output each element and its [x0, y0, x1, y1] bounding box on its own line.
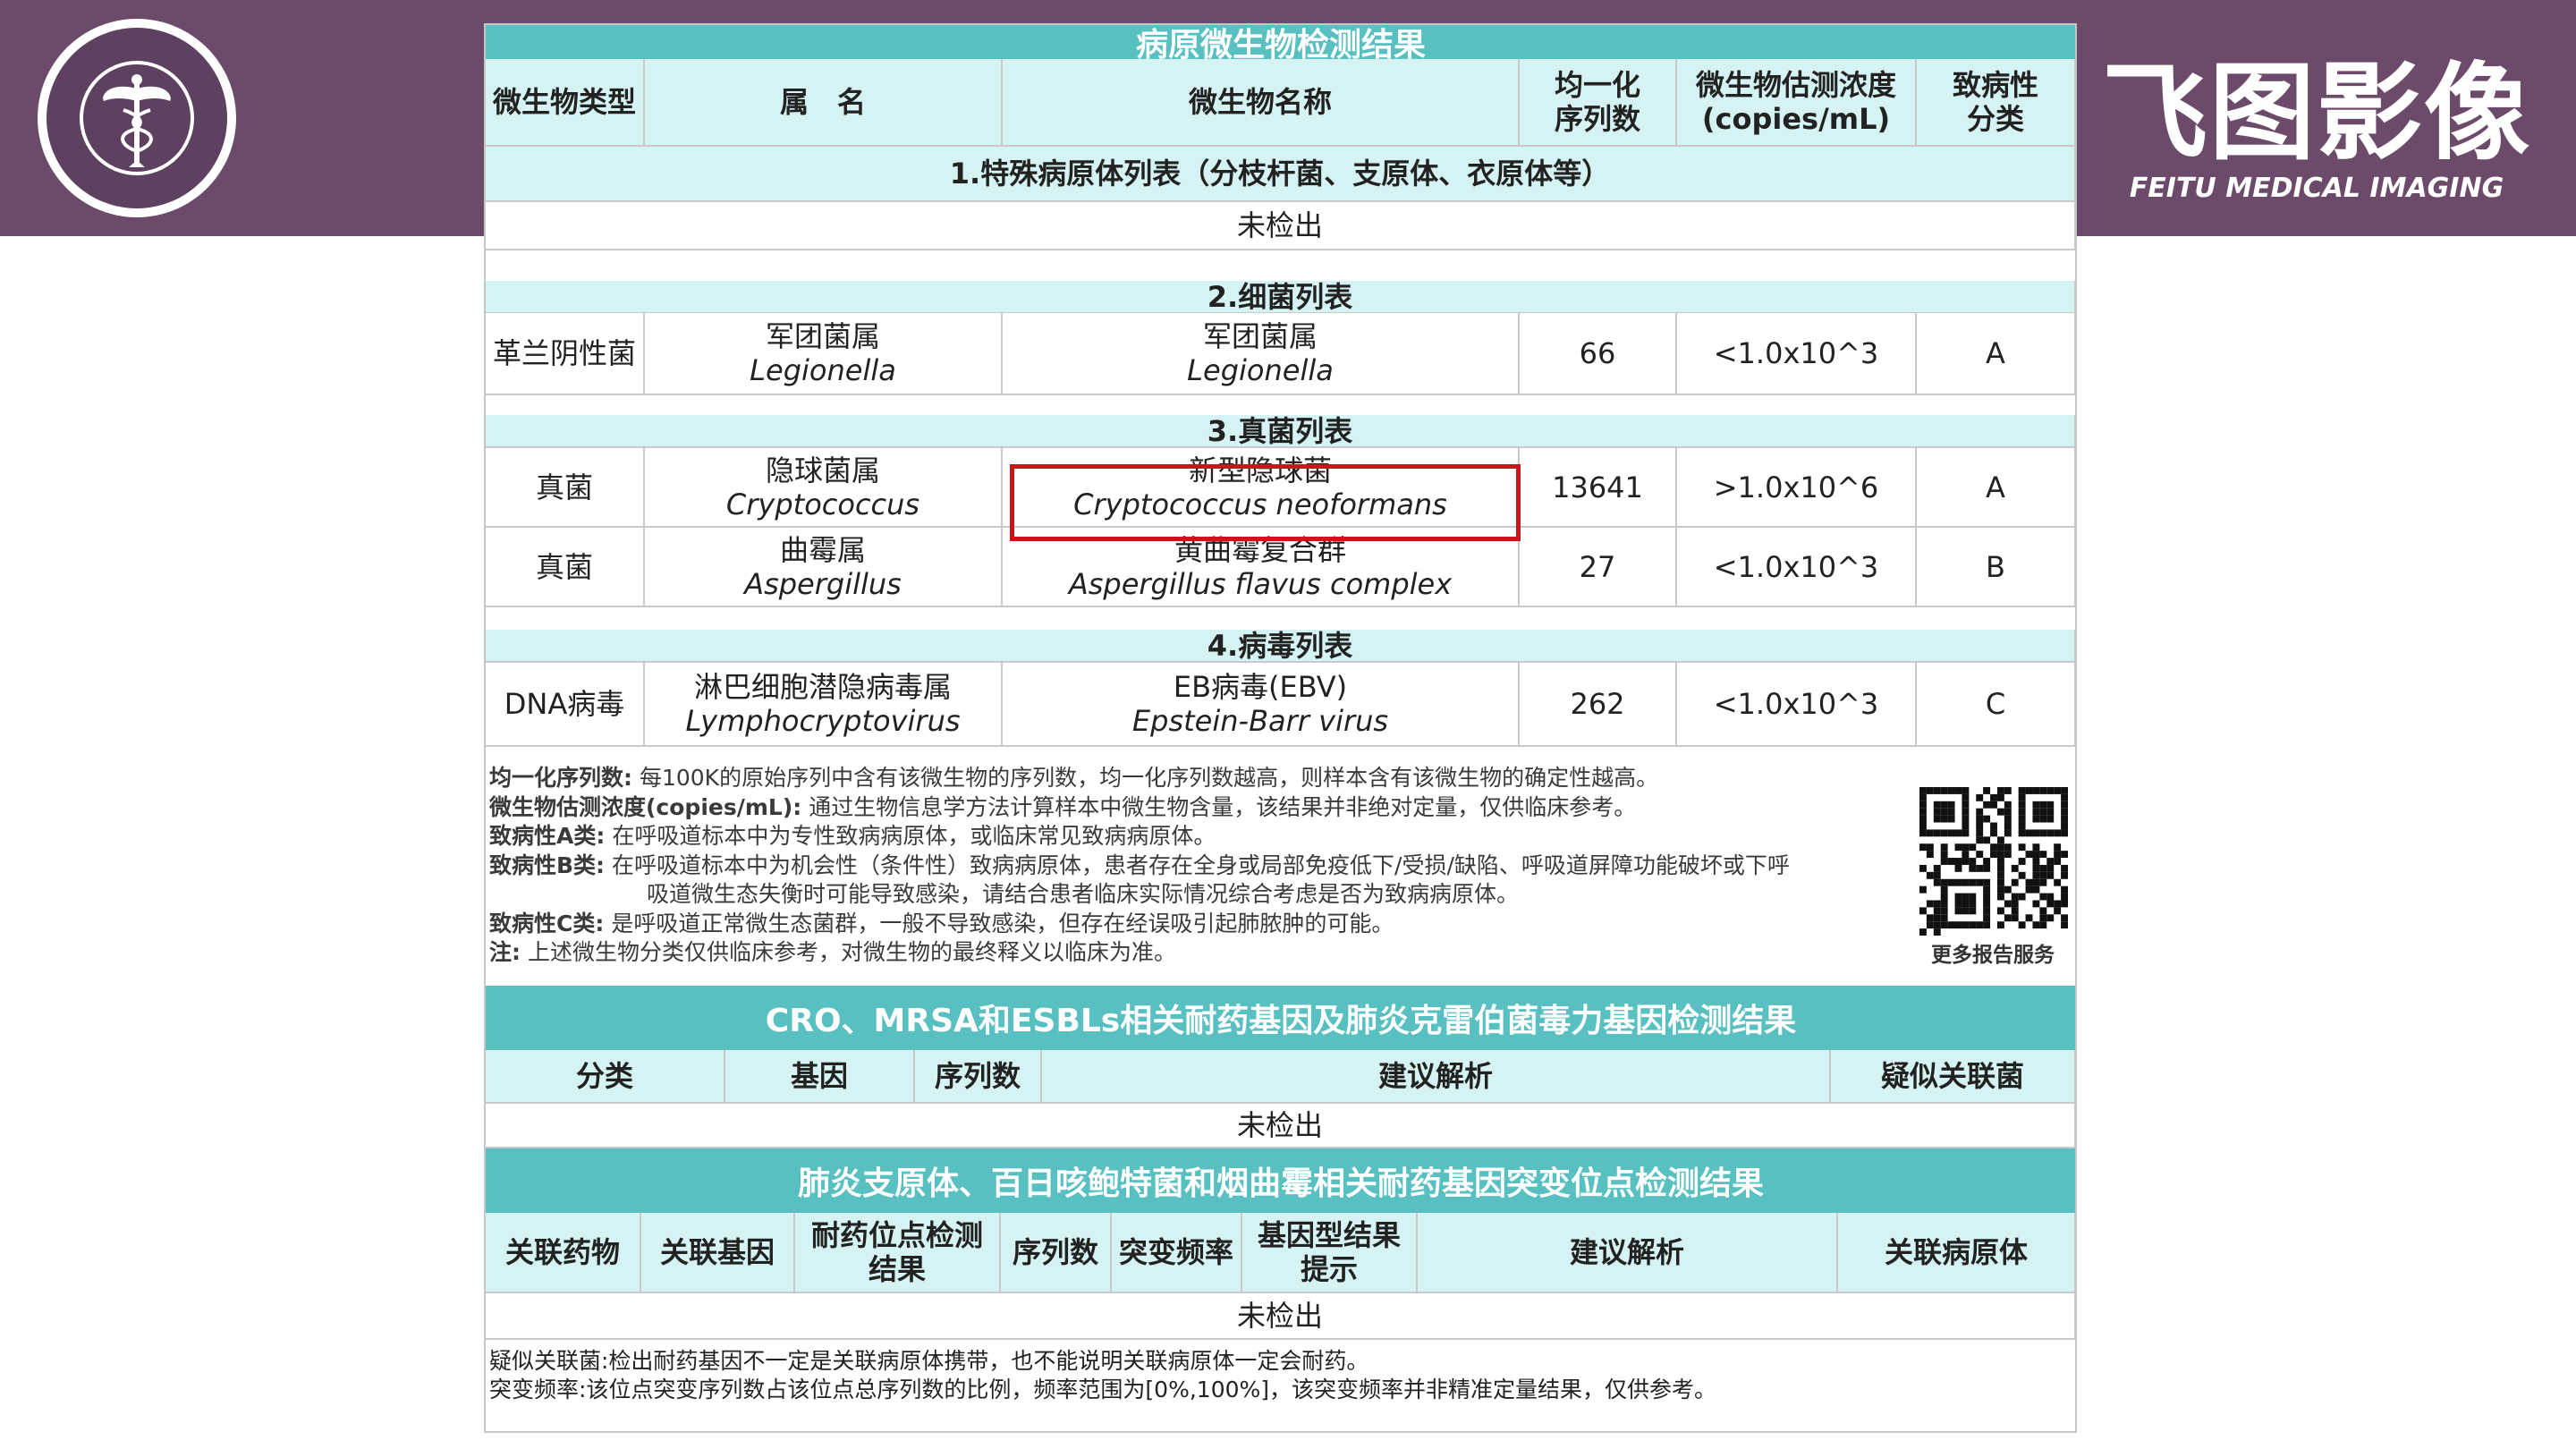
caduceus-icon [80, 61, 194, 175]
column-header: 微生物类型 [486, 59, 645, 147]
resistance-empty: 未检出 [486, 1104, 2075, 1148]
note-line: 致病性A类: 在呼吸道标本中为专性致病病原体，或临床常见致病病原体。 [489, 822, 1885, 852]
note-text: 每100K的原始序列中含有该微生物的序列数，均一化序列数越高，则样本含有该微生物… [639, 765, 1659, 791]
normalized-reads: 262 [1520, 663, 1677, 747]
genus-cn: 淋巴细胞潜隐病毒属 [693, 670, 952, 704]
pathogenicity-class: C [1917, 663, 2075, 747]
mutation-title: 肺炎支原体、百日咳鲍特菌和烟曲霉相关耐药基因突变位点检测结果 [486, 1148, 2075, 1213]
resistance-column-header: 基因 [725, 1050, 915, 1104]
genus-latin: Legionella [750, 353, 896, 387]
report-title: 病原微生物检测结果 [486, 25, 2075, 64]
resistance-column-header: 疑似关联菌 [1831, 1050, 2075, 1104]
genus: 隐球菌属 Cryptococcus [645, 448, 1003, 528]
mutation-column-header: 序列数 [1001, 1213, 1112, 1293]
genus-latin: Aspergillus [744, 566, 902, 601]
estimated-concentration: <1.0x10^3 [1677, 528, 1917, 607]
note-text: 是呼吸道正常微生态菌群，一般不导致感染，但存在经误吸引起肺脓肿的可能。 [611, 910, 1394, 936]
section-title: 3.真菌列表 [486, 414, 2075, 448]
note-text: 在呼吸道标本中为专性致病病原体，或临床常见致病病原体。 [612, 823, 1216, 849]
mutation-column-header: 突变频率 [1112, 1213, 1242, 1293]
brand: 飞图影像 FEITU MEDICAL IMAGING [2084, 58, 2549, 205]
empty-result: 未检出 [486, 202, 2075, 250]
resistance-column-header: 序列数 [915, 1050, 1042, 1104]
microbe-type: DNA病毒 [486, 663, 645, 747]
mutation-empty: 未检出 [486, 1293, 2075, 1340]
note-key: 微生物估测浓度(copies/mL): [489, 793, 802, 820]
species-latin: Aspergillus flavus complex [1068, 566, 1453, 601]
footnote: 疑似关联菌:检出耐药基因不一定是关联病原体携带，也不能说明关联病原体一定会耐药。 [489, 1348, 1369, 1374]
note-key: 致病性B类: [489, 852, 606, 878]
genus: 军团菌属 Legionella [645, 313, 1003, 395]
mutation-column-header: 耐药位点检测 结果 [795, 1213, 1001, 1293]
pathogenicity-class: B [1917, 528, 2075, 607]
normalized-reads: 27 [1520, 528, 1677, 607]
note-line: 致病性B类: 在呼吸道标本中为机会性（条件性）致病病原体，患者存在全身或局部免疫… [489, 852, 1885, 881]
note-key: 致病性C类: [489, 910, 605, 936]
column-header: 属 名 [645, 59, 1003, 147]
note-line: 微生物估测浓度(copies/mL): 通过生物信息学方法计算样本中微生物含量，… [489, 793, 1885, 823]
genus: 曲霉属 Aspergillus [645, 528, 1003, 607]
species-cn: 军团菌属 [1202, 319, 1318, 353]
note-text: 吸道微生态失衡时可能导致感染，请结合患者临床实际情况综合考虑是否为致病病原体。 [647, 881, 1520, 907]
highlight-box [1010, 464, 1521, 541]
normalized-reads: 66 [1520, 313, 1677, 395]
species-latin: Epstein-Barr virus [1131, 704, 1389, 738]
note-key: 注: [489, 939, 521, 965]
mutation-column-header: 关联药物 [486, 1213, 641, 1293]
note-line: 致病性C类: 是呼吸道正常微生态菌群，一般不导致感染，但存在经误吸引起肺脓肿的可… [489, 910, 1885, 939]
estimated-concentration: <1.0x10^3 [1677, 313, 1917, 395]
footnote: 突变频率:该位点突变序列数占该位点总序列数的比例，频率范围为[0%,100%]，… [489, 1377, 1717, 1402]
estimated-concentration: <1.0x10^3 [1677, 663, 1917, 747]
column-header: 致病性 分类 [1917, 59, 2075, 147]
brand-name-en: FEITU MEDICAL IMAGING [2129, 173, 2504, 204]
mutation-column-header: 关联基因 [641, 1213, 795, 1293]
normalized-reads: 13641 [1520, 448, 1677, 528]
resistance-column-header: 建议解析 [1042, 1050, 1831, 1104]
section-title: 2.细菌列表 [486, 280, 2075, 314]
section-title: 1.特殊病原体列表（分枝杆菌、支原体、衣原体等） [486, 147, 2075, 202]
column-header: 均一化 序列数 [1520, 59, 1677, 147]
brand-name-cn: 飞图影像 [2101, 51, 2531, 174]
genus-latin: Lymphocryptovirus [685, 704, 961, 738]
pathogenicity-class: A [1917, 448, 2075, 528]
note-key: 均一化序列数: [489, 765, 632, 791]
genus-latin: Cryptococcus [725, 487, 920, 521]
column-header: 微生物估测浓度 (copies/mL) [1677, 59, 1917, 147]
qr-code-icon[interactable] [1919, 787, 2068, 936]
resistance-title: CRO、MRSA和ESBLs相关耐药基因及肺炎克雷伯菌毒力基因检测结果 [486, 986, 2075, 1050]
mutation-column-header: 基因型结果 提示 [1242, 1213, 1418, 1293]
qr-label: 更多报告服务 [1931, 944, 2055, 967]
microbe-type: 真菌 [486, 448, 645, 528]
notes-block: 均一化序列数: 每100K的原始序列中含有该微生物的序列数，均一化序列数越高，则… [489, 764, 1885, 968]
note-line: 均一化序列数: 每100K的原始序列中含有该微生物的序列数，均一化序列数越高，则… [489, 764, 1885, 793]
resistance-column-header: 分类 [486, 1050, 725, 1104]
microbe-type: 真菌 [486, 528, 645, 607]
note-text: 通过生物信息学方法计算样本中微生物含量，该结果并非绝对定量，仅供临床参考。 [809, 793, 1637, 820]
genus-cn: 军团菌属 [765, 319, 880, 353]
report-table: 病原微生物检测结果 微生物类型属 名微生物名称 均一化 序列数 微生物估测浓度 (cop… [484, 23, 2077, 1433]
section-title: 4.病毒列表 [486, 629, 2075, 663]
note-line: 吸道微生态失衡时可能导致感染，请结合患者临床实际情况综合考虑是否为致病病原体。 [489, 880, 1885, 910]
mutation-column-header: 建议解析 [1418, 1213, 1838, 1293]
species-cn: EB病毒(EBV) [1173, 670, 1348, 704]
genus-cn: 曲霉属 [779, 532, 866, 567]
mutation-column-header: 关联病原体 [1838, 1213, 2075, 1293]
genus-cn: 隐球菌属 [765, 453, 880, 487]
species: 军团菌属 Legionella [1003, 313, 1520, 395]
column-header: 微生物名称 [1003, 59, 1520, 147]
species-latin: Legionella [1187, 353, 1334, 387]
microbe-type: 革兰阴性菌 [486, 313, 645, 395]
genus: 淋巴细胞潜隐病毒属 Lymphocryptovirus [645, 663, 1003, 747]
note-line: 注: 上述微生物分类仅供临床参考，对微生物的最终释义以临床为准。 [489, 938, 1885, 968]
estimated-concentration: >1.0x10^6 [1677, 448, 1917, 528]
hospital-logo [38, 19, 236, 217]
species: EB病毒(EBV) Epstein-Barr virus [1003, 663, 1520, 747]
pathogenicity-class: A [1917, 313, 2075, 395]
note-text: 上述微生物分类仅供临床参考，对微生物的最终释义以临床为准。 [527, 939, 1176, 965]
note-text: 在呼吸道标本中为机会性（条件性）致病病原体，患者存在全身或局部免疫低下/受损/缺… [612, 852, 1790, 878]
note-key: 致病性A类: [489, 823, 606, 849]
